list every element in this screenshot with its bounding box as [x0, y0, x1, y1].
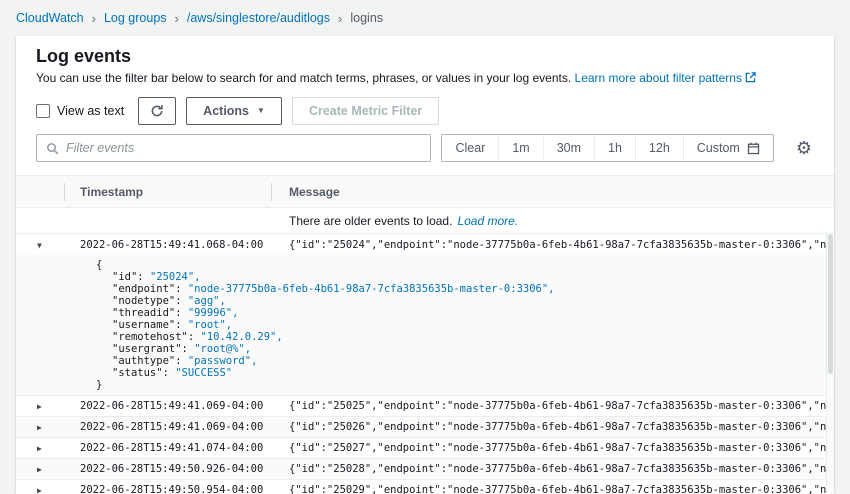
- external-link-icon: [745, 72, 756, 87]
- actions-button-label: Actions: [203, 104, 249, 118]
- breadcrumb-current-stream: logins: [350, 11, 383, 25]
- refresh-button[interactable]: [138, 97, 176, 125]
- range-12h-button[interactable]: 12h: [635, 135, 683, 161]
- calendar-icon: [747, 142, 760, 155]
- row-expand-toggle[interactable]: ▶: [16, 463, 80, 475]
- expanded-log-json: { "id": "25024", "endpoint": "node-37775…: [16, 255, 834, 396]
- row-expand-toggle[interactable]: ▶: [16, 442, 80, 454]
- custom-range-button[interactable]: Custom: [683, 135, 773, 161]
- scrollbar-thumb[interactable]: [828, 234, 833, 374]
- chevron-down-icon: ▼: [37, 241, 42, 250]
- older-events-row: There are older events to load. Load mor…: [16, 208, 834, 234]
- timestamp-column-header: Timestamp: [65, 185, 271, 199]
- log-message-preview: {"id":"25025","endpoint":"node-37775b0a-…: [271, 400, 834, 412]
- log-row-expanded[interactable]: ▼ 2022-06-28T15:49:41.068-04:00 {"id":"2…: [16, 234, 834, 255]
- json-field-usergrant: "usergrant": "root@%",: [96, 343, 834, 355]
- breadcrumb-log-group-name[interactable]: /aws/singlestore/auditlogs: [187, 11, 330, 25]
- breadcrumb-cloudwatch[interactable]: CloudWatch: [16, 11, 84, 25]
- chevron-right-icon: ▶: [37, 444, 42, 453]
- page-title: Log events: [36, 46, 814, 66]
- page-description: You can use the filter bar below to sear…: [36, 71, 814, 87]
- log-timestamp: 2022-06-28T15:49:50.926-04:00: [80, 463, 271, 475]
- row-expand-toggle[interactable]: ▶: [16, 421, 80, 433]
- json-field-status: "status": "SUCCESS": [96, 367, 834, 379]
- log-rows: ▶ 2022-06-28T15:49:41.069-04:00 {"id":"2…: [16, 396, 834, 494]
- log-events-table: Timestamp Message There are older events…: [16, 175, 834, 494]
- actions-button[interactable]: Actions ▼: [186, 97, 282, 125]
- range-1m-button[interactable]: 1m: [498, 135, 542, 161]
- learn-more-link[interactable]: Learn more about filter patterns: [575, 71, 742, 85]
- load-more-link[interactable]: Load more.: [457, 214, 518, 228]
- time-range-selector: Clear 1m 30m 1h 12h Custom: [441, 134, 773, 162]
- log-timestamp: 2022-06-28T15:49:41.069-04:00: [80, 421, 271, 433]
- breadcrumb-separator-icon: ›: [92, 11, 96, 26]
- row-collapse-toggle[interactable]: ▼: [16, 239, 80, 251]
- table-header: Timestamp Message: [16, 176, 834, 208]
- json-field-threadid: "threadid": "99996",: [96, 307, 834, 319]
- gear-icon: ⚙: [796, 138, 812, 158]
- json-field-remotehost: "remotehost": "10.42.0.29",: [96, 331, 834, 343]
- view-as-text-option: View as text: [36, 104, 124, 118]
- breadcrumb-log-groups[interactable]: Log groups: [104, 11, 167, 25]
- log-timestamp: 2022-06-28T15:49:41.068-04:00: [80, 239, 271, 251]
- row-expand-toggle[interactable]: ▶: [16, 484, 80, 494]
- older-events-text: There are older events to load.: [289, 214, 452, 228]
- range-30m-button[interactable]: 30m: [543, 135, 594, 161]
- json-field-endpoint: "endpoint": "node-37775b0a-6feb-4b61-98a…: [96, 283, 834, 295]
- settings-gear-button[interactable]: ⚙: [796, 139, 812, 157]
- range-1h-button[interactable]: 1h: [594, 135, 635, 161]
- chevron-right-icon: ▶: [37, 402, 42, 411]
- json-open-brace: {: [96, 259, 834, 271]
- log-timestamp: 2022-06-28T15:49:50.954-04:00: [80, 484, 271, 494]
- log-row[interactable]: ▶ 2022-06-28T15:49:41.069-04:00 {"id":"2…: [16, 417, 834, 438]
- chevron-right-icon: ▶: [37, 423, 42, 432]
- actions-toolbar: View as text Actions ▼ Create Metric Fil…: [36, 97, 814, 125]
- json-field-id: "id": "25024",: [96, 271, 834, 283]
- chevron-right-icon: ▶: [37, 486, 42, 494]
- log-message-preview: {"id":"25027","endpoint":"node-37775b0a-…: [271, 442, 834, 454]
- log-message-preview: {"id":"25029","endpoint":"node-37775b0a-…: [271, 484, 834, 494]
- filter-search-box: [36, 134, 431, 162]
- row-expand-toggle[interactable]: ▶: [16, 400, 80, 412]
- description-text: You can use the filter bar below to sear…: [36, 71, 571, 85]
- filter-events-input[interactable]: [66, 141, 421, 155]
- breadcrumb: CloudWatch › Log groups › /aws/singlesto…: [0, 0, 850, 36]
- log-message-preview: {"id":"25026","endpoint":"node-37775b0a-…: [271, 421, 834, 433]
- clear-range-button[interactable]: Clear: [442, 135, 498, 161]
- breadcrumb-separator-icon: ›: [338, 11, 342, 26]
- custom-range-label: Custom: [697, 141, 740, 155]
- json-field-authtype: "authtype": "password",: [96, 355, 834, 367]
- log-events-panel: Log events You can use the filter bar be…: [16, 36, 834, 494]
- log-row[interactable]: ▶ 2022-06-28T15:49:50.954-04:00 {"id":"2…: [16, 480, 834, 494]
- view-as-text-label: View as text: [57, 104, 124, 118]
- message-column-header: Message: [272, 185, 834, 199]
- log-row[interactable]: ▶ 2022-06-28T15:49:41.069-04:00 {"id":"2…: [16, 396, 834, 417]
- log-timestamp: 2022-06-28T15:49:41.074-04:00: [80, 442, 271, 454]
- filter-bar: Clear 1m 30m 1h 12h Custom ⚙: [36, 134, 814, 162]
- vertical-scrollbar[interactable]: [826, 232, 834, 494]
- breadcrumb-separator-icon: ›: [175, 11, 179, 26]
- json-field-username: "username": "root",: [96, 319, 834, 331]
- view-as-text-checkbox[interactable]: [36, 104, 50, 118]
- chevron-right-icon: ▶: [37, 465, 42, 474]
- search-icon: [46, 142, 59, 155]
- json-field-nodetype: "nodetype": "agg",: [96, 295, 834, 307]
- create-metric-filter-button[interactable]: Create Metric Filter: [292, 97, 439, 125]
- log-row[interactable]: ▶ 2022-06-28T15:49:41.074-04:00 {"id":"2…: [16, 438, 834, 459]
- log-message-preview: {"id":"25028","endpoint":"node-37775b0a-…: [271, 463, 834, 475]
- log-row[interactable]: ▶ 2022-06-28T15:49:50.926-04:00 {"id":"2…: [16, 459, 834, 480]
- log-message-preview: {"id":"25024","endpoint":"node-37775b0a-…: [271, 239, 834, 251]
- caret-down-icon: ▼: [257, 107, 265, 115]
- log-timestamp: 2022-06-28T15:49:41.069-04:00: [80, 400, 271, 412]
- refresh-icon: [150, 104, 164, 118]
- json-close-brace: }: [96, 379, 834, 391]
